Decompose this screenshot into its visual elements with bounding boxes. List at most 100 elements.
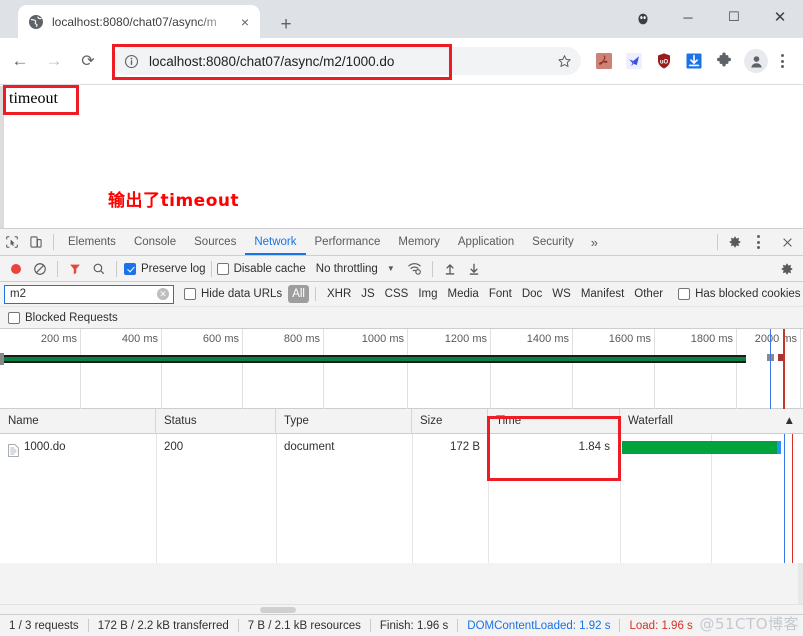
tab-console[interactable]: Console — [125, 229, 185, 255]
overview-tick-label: 1400 ms — [526, 333, 569, 345]
tab-security[interactable]: Security — [523, 229, 583, 255]
media-indicator-icon[interactable] — [634, 11, 652, 29]
network-toolbar: Preserve log Disable cache No throttling… — [0, 256, 803, 282]
tab-memory[interactable]: Memory — [389, 229, 449, 255]
overview-tick-label: 1800 ms — [690, 333, 733, 345]
svg-text:uO: uO — [660, 59, 669, 65]
preserve-log-checkbox[interactable]: Preserve log — [124, 262, 206, 275]
column-header-status[interactable]: Status — [156, 408, 276, 434]
adobe-acrobat-extension-icon[interactable] — [591, 48, 617, 74]
preserve-log-label: Preserve log — [141, 262, 206, 275]
ublock-origin-icon[interactable]: uO — [651, 48, 677, 74]
inspect-element-icon[interactable] — [0, 230, 24, 254]
extensions-puzzle-icon[interactable] — [711, 48, 737, 74]
devtools-menu-icon[interactable] — [747, 229, 769, 255]
filter-type-xhr[interactable]: XHR — [322, 285, 356, 303]
overview-tick-label: 2000 ms — [754, 333, 797, 345]
cell-status: 200 — [164, 441, 184, 453]
chevron-down-icon[interactable]: ▼ — [387, 264, 395, 273]
divider — [431, 260, 433, 277]
column-header-name[interactable]: Name — [0, 408, 156, 434]
column-header-size[interactable]: Size — [412, 408, 488, 434]
cell-name-text: 1000.do — [24, 441, 66, 453]
filter-type-doc[interactable]: Doc — [517, 285, 547, 303]
blocked-requests-label: Blocked Requests — [25, 311, 118, 324]
tab-elements[interactable]: Elements — [59, 229, 125, 255]
has-blocked-cookies-label: Has blocked cookies — [695, 288, 801, 300]
import-har-icon[interactable] — [438, 257, 462, 281]
dom-content-loaded-line — [784, 434, 785, 563]
network-settings-gear-icon[interactable] — [775, 257, 799, 281]
tab-network[interactable]: Network — [245, 229, 305, 255]
divider — [53, 234, 54, 250]
address-bar-url: localhost:8080/chat07/async/m2/1000.do — [149, 53, 395, 69]
gear-icon[interactable] — [723, 230, 747, 254]
tab-performance[interactable]: Performance — [306, 229, 390, 255]
filter-input[interactable]: m2 ✕ — [4, 284, 174, 304]
address-bar[interactable]: localhost:8080/chat07/async/m2/1000.do — [112, 47, 581, 75]
waterfall-bar-tip — [777, 441, 781, 454]
blocked-requests-checkbox[interactable]: Blocked Requests — [8, 311, 118, 324]
network-conditions-icon[interactable] — [403, 257, 427, 281]
bird-extension-icon[interactable] — [621, 48, 647, 74]
device-toolbar-icon[interactable] — [24, 230, 48, 254]
export-har-icon[interactable] — [462, 257, 486, 281]
filter-type-manifest[interactable]: Manifest — [576, 285, 629, 303]
download-manager-extension-icon[interactable] — [681, 48, 707, 74]
back-button[interactable]: ← — [6, 47, 34, 75]
checkbox-box — [124, 262, 136, 275]
filter-funnel-icon[interactable] — [63, 257, 87, 281]
network-timeline-overview[interactable]: 200 ms 400 ms 600 ms 800 ms 1000 ms 1200… — [0, 329, 803, 409]
overview-tick-label: 1600 ms — [608, 333, 651, 345]
filter-type-js[interactable]: JS — [356, 285, 379, 303]
star-icon[interactable] — [554, 51, 574, 71]
filter-type-font[interactable]: Font — [484, 285, 517, 303]
filter-type-ws[interactable]: WS — [547, 285, 576, 303]
disable-cache-checkbox[interactable]: Disable cache — [216, 262, 306, 275]
hide-data-urls-checkbox[interactable]: Hide data URLs — [184, 288, 282, 300]
sort-ascending-icon[interactable]: ▲ — [784, 409, 795, 434]
clear-icon[interactable] — [28, 257, 52, 281]
three-dot-menu-icon[interactable] — [771, 48, 793, 74]
request-table-body: 1000.do 200 document 172 B 1.84 s — [0, 434, 803, 563]
column-header-waterfall[interactable]: Waterfall ▲ — [620, 409, 803, 434]
has-blocked-cookies-checkbox[interactable]: Has blocked cookies — [678, 288, 801, 300]
new-tab-button[interactable]: + — [272, 10, 300, 38]
filter-type-media[interactable]: Media — [443, 285, 484, 303]
throttling-select[interactable]: No throttling — [316, 263, 378, 275]
cell-time: 1.84 s — [578, 441, 610, 453]
close-window-button[interactable]: ✕ — [757, 0, 803, 34]
tab-title: localhost:8080/chat07/async/m — [52, 14, 217, 29]
search-icon[interactable] — [87, 257, 111, 281]
tab-sources[interactable]: Sources — [185, 229, 245, 255]
reload-button[interactable]: ⟳ — [74, 47, 102, 75]
filter-type-css[interactable]: CSS — [380, 285, 414, 303]
person-avatar-icon[interactable] — [744, 49, 768, 73]
globe-icon — [28, 14, 44, 30]
checkbox-box — [8, 311, 20, 324]
filter-type-img[interactable]: Img — [413, 285, 442, 303]
column-header-type[interactable]: Type — [276, 408, 412, 434]
info-circle-icon[interactable] — [124, 54, 140, 69]
browser-tab[interactable]: localhost:8080/chat07/async/m × — [18, 5, 260, 38]
annotation-text: 输出了timeout — [108, 191, 240, 211]
tab-application[interactable]: Application — [449, 229, 523, 255]
browser-toolbar: ← → ⟳ localhost:8080/chat07/async/m2/100… — [0, 38, 803, 85]
clear-input-icon[interactable]: ✕ — [157, 288, 169, 300]
horizontal-scrollbar[interactable] — [0, 604, 803, 614]
divider — [717, 234, 718, 250]
maximize-button[interactable]: ☐ — [711, 0, 757, 34]
filter-type-other[interactable]: Other — [629, 285, 668, 303]
record-button-icon[interactable] — [4, 257, 28, 281]
tab-close-icon[interactable]: × — [236, 13, 254, 31]
cell-size: 172 B — [449, 441, 480, 453]
devtools-tab-bar: Elements Console Sources Network Perform… — [0, 229, 803, 256]
column-header-time[interactable]: Time — [488, 408, 620, 434]
forward-button[interactable]: → — [40, 47, 68, 75]
filter-type-all[interactable]: All — [288, 285, 309, 303]
close-devtools-icon[interactable] — [775, 230, 799, 254]
minimize-button[interactable]: ─ — [665, 0, 711, 34]
page-viewport: timeout 输出了timeout — [0, 86, 803, 228]
document-file-icon — [8, 441, 19, 457]
more-tabs-icon[interactable]: » — [583, 235, 606, 250]
